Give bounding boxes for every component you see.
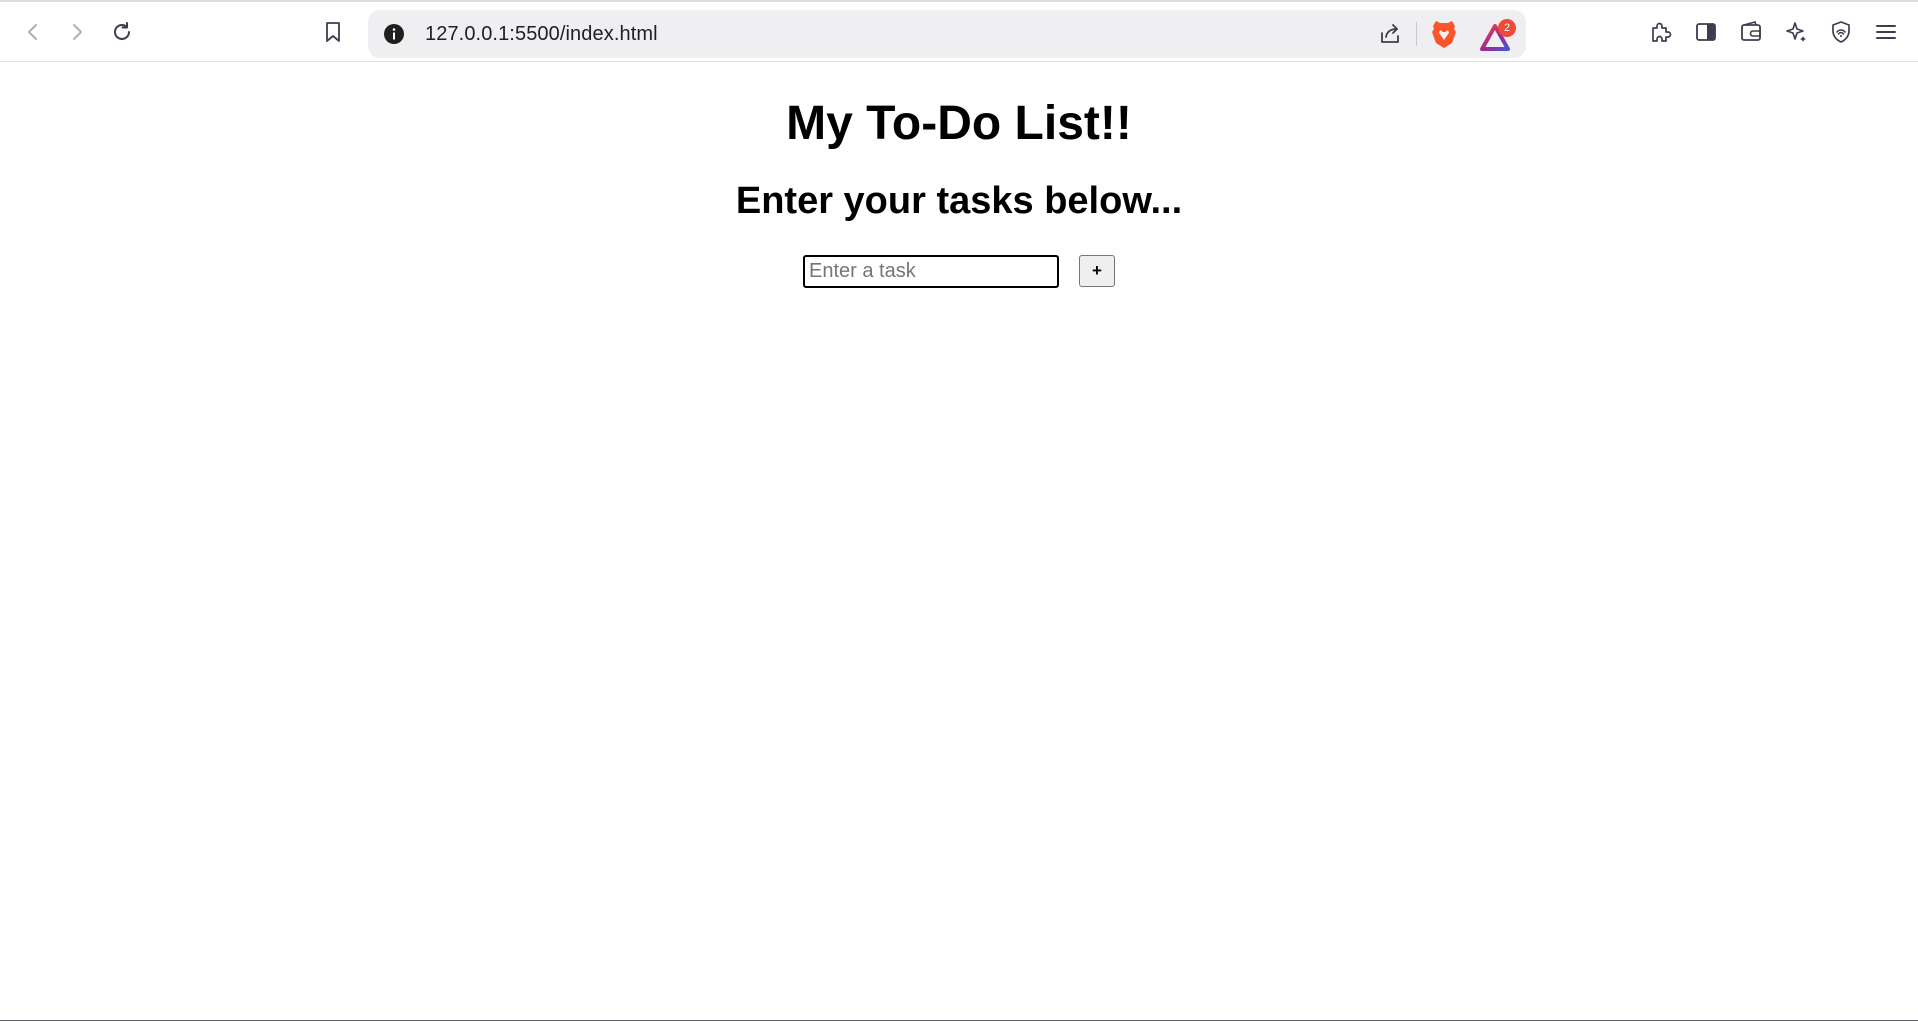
rewards-button[interactable]: 2 [1478,18,1518,52]
extensions-button[interactable] [1643,14,1679,50]
address-bar[interactable]: 127.0.0.1:5500/index.html 2 [368,10,1526,58]
info-icon [384,24,404,44]
site-info-button[interactable] [380,20,408,48]
task-input[interactable] [803,255,1059,288]
shield-icon [1832,21,1850,43]
forward-button[interactable] [59,14,95,50]
main-menu-button[interactable] [1868,14,1904,50]
brave-shields-button[interactable] [1428,18,1460,50]
reload-button[interactable] [104,14,140,50]
sparkle-icon [1786,22,1806,42]
bookmark-button[interactable] [315,14,351,50]
wallet-icon [1741,21,1761,41]
bookmark-icon [326,22,340,42]
rewards-badge: 2 [1498,19,1516,37]
add-task-button[interactable]: + [1079,255,1115,287]
page-subtitle: Enter your tasks below... [735,180,1183,222]
share-button[interactable] [1376,20,1404,48]
wallet-button[interactable] [1733,14,1769,50]
page-content: My To-Do List!! Enter your tasks below..… [0,62,1918,1020]
omnibox-divider [1416,22,1417,46]
back-button[interactable] [15,14,51,50]
browser-window: 127.0.0.1:5500/index.html 2 My To-Do Lis… [0,0,1918,1021]
puzzle-icon [1652,22,1672,42]
sidebar-button[interactable] [1688,14,1724,50]
share-icon [1381,24,1399,43]
arrow-right-icon [73,24,82,40]
brave-lion-icon [1432,21,1456,48]
url-text[interactable]: 127.0.0.1:5500/index.html [425,23,658,46]
browser-toolbar: 127.0.0.1:5500/index.html 2 [0,0,1918,62]
reload-icon [114,22,130,40]
arrow-left-icon [28,24,37,40]
hamburger-menu-icon [1876,25,1896,39]
vpn-button[interactable] [1823,14,1859,50]
sidebar-icon [1696,23,1716,41]
page-title: My To-Do List!! [786,97,1132,150]
leo-ai-button[interactable] [1778,14,1814,50]
